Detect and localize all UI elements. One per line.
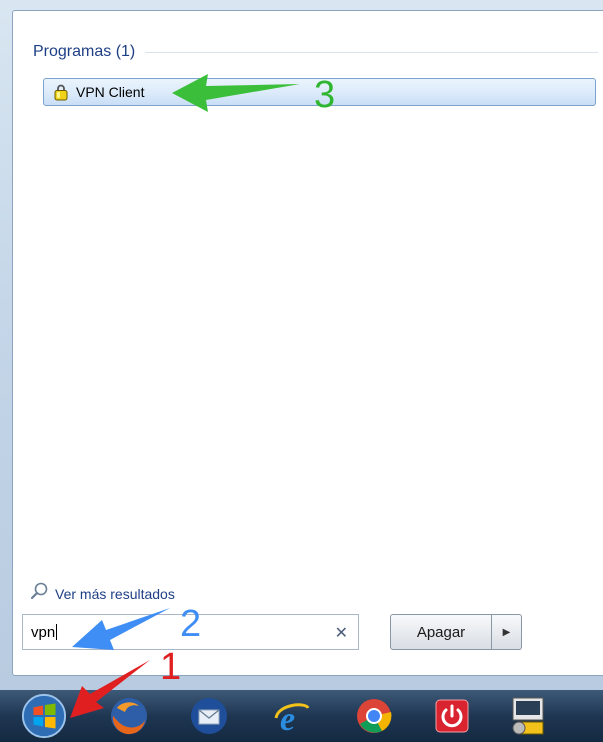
see-more-results-link[interactable]: Ver más resultados: [29, 581, 175, 606]
search-value: vpn: [31, 623, 56, 641]
shutdown-control: Apagar ▶: [390, 614, 522, 650]
chrome-icon: [357, 699, 392, 733]
vpn-client-lock-icon: [51, 82, 71, 102]
windows-logo-icon: [21, 693, 67, 739]
chrome-button[interactable]: [350, 692, 398, 740]
internet-explorer-icon: e: [274, 701, 310, 738]
network-app-button[interactable]: [505, 692, 553, 740]
thunderbird-button[interactable]: [185, 692, 233, 740]
start-menu-frame: Programas (1) VPN Client Ver más resulta: [0, 0, 603, 690]
magnifier-icon: [29, 581, 49, 606]
thunderbird-icon: [191, 698, 227, 734]
programs-section-header: Programas (1): [33, 43, 598, 61]
firefox-icon: [111, 698, 147, 735]
search-results-panel: Programas (1) VPN Client Ver más resulta: [12, 10, 603, 676]
power-app-button[interactable]: [428, 692, 476, 740]
taskbar: e: [0, 690, 603, 742]
shutdown-options-button[interactable]: ▶: [492, 614, 522, 650]
section-divider: [145, 51, 598, 53]
power-icon: [435, 699, 469, 733]
network-icon: [512, 697, 544, 735]
annotation-3: 3: [314, 74, 336, 116]
result-label: VPN Client: [76, 84, 145, 100]
firefox-button[interactable]: [105, 692, 153, 740]
close-icon[interactable]: ✕: [335, 623, 348, 643]
see-more-label: Ver más resultados: [55, 585, 175, 602]
start-orb-button[interactable]: [20, 692, 68, 740]
text-caret: [56, 624, 58, 640]
shutdown-button[interactable]: Apagar: [390, 614, 492, 650]
section-title: Programas (1): [33, 43, 136, 60]
annotation-1: 1: [160, 646, 182, 688]
annotation-2: 2: [180, 603, 202, 645]
internet-explorer-button[interactable]: e: [268, 692, 316, 740]
